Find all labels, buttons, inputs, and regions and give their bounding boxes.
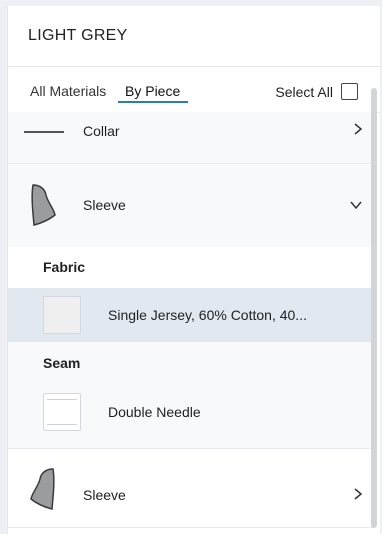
seam-stitch-line xyxy=(47,399,77,400)
piece-label: Sleeve xyxy=(83,487,126,503)
vertical-scrollbar[interactable] xyxy=(371,88,377,528)
material-label: Double Needle xyxy=(108,404,201,420)
piece-row-collar[interactable]: Collar xyxy=(8,112,373,164)
material-row-seam[interactable]: Double Needle xyxy=(8,386,373,448)
section-heading-seam: Seam xyxy=(43,355,81,371)
sleeve-piece-icon xyxy=(30,183,56,227)
chevron-right-icon[interactable] xyxy=(353,122,363,139)
piece-label: Sleeve xyxy=(83,197,126,213)
tab-by-piece[interactable]: By Piece xyxy=(125,83,180,99)
panel-title: LIGHT GREY xyxy=(28,27,128,44)
active-tab-indicator xyxy=(118,101,188,103)
sleeve-piece-icon xyxy=(30,467,56,511)
piece-label: Collar xyxy=(83,123,120,139)
piece-row-sleeve-expanded[interactable]: Sleeve xyxy=(8,165,373,247)
chevron-down-icon[interactable] xyxy=(349,197,363,213)
material-row-fabric[interactable]: Single Jersey, 60% Cotton, 40... xyxy=(8,288,373,342)
seam-stitch-line xyxy=(47,424,77,425)
material-label: Single Jersey, 60% Cotton, 40... xyxy=(108,307,307,323)
section-heading-fabric: Fabric xyxy=(43,259,86,275)
select-all-label: Select All xyxy=(275,83,333,100)
fabric-swatch xyxy=(43,296,81,334)
select-all-checkbox[interactable] xyxy=(341,83,358,100)
tab-all-materials[interactable]: All Materials xyxy=(30,83,106,99)
select-all[interactable]: Select All xyxy=(275,83,358,100)
tabs-row: All Materials By Piece Select All xyxy=(8,67,380,113)
section-seam-header: Seam xyxy=(8,342,373,386)
piece-row-sleeve-collapsed[interactable]: Sleeve xyxy=(8,448,373,528)
panel-header: LIGHT GREY xyxy=(8,6,380,67)
chevron-right-icon[interactable] xyxy=(353,487,363,504)
collar-line-icon xyxy=(23,124,65,134)
seam-swatch xyxy=(43,393,81,431)
materials-panel: LIGHT GREY All Materials By Piece Select… xyxy=(7,6,380,534)
